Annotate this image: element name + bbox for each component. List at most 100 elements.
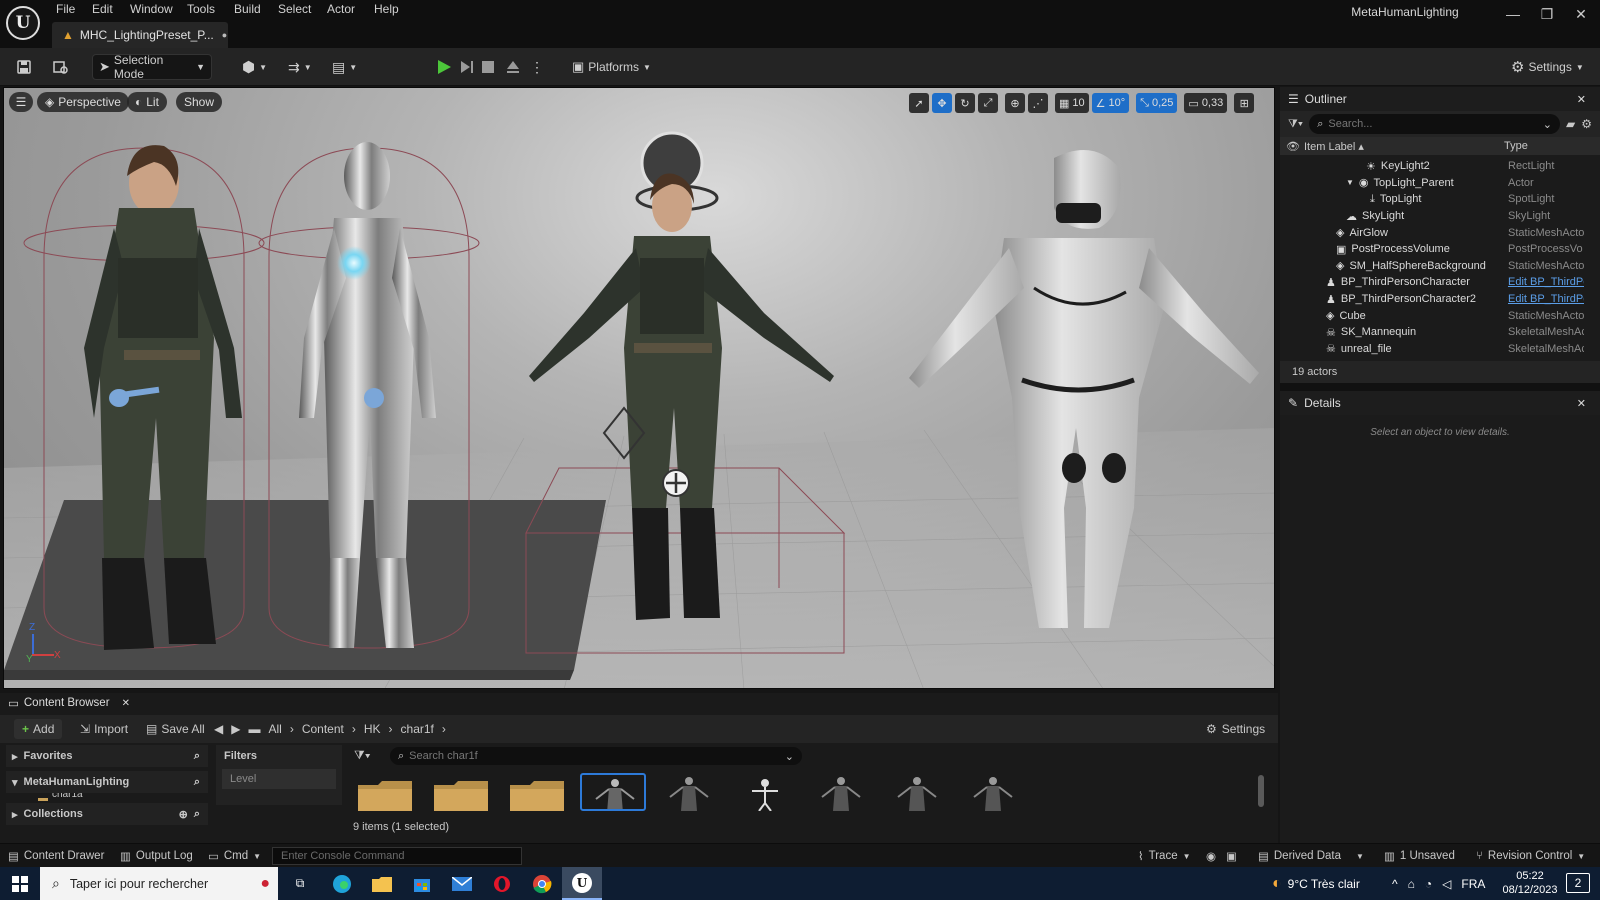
unsaved-button[interactable]: ▥ 1 Unsaved — [1384, 847, 1455, 865]
add-actor-button[interactable]: ⬢ ▼ — [236, 54, 273, 80]
notifications-button[interactable]: 2 — [1566, 873, 1590, 893]
menu-window[interactable]: Window — [130, 2, 173, 18]
scale-tool-button[interactable]: ⤢ — [978, 93, 998, 113]
save-all-button[interactable]: ▤ Save All — [146, 719, 205, 739]
minimize-button[interactable]: — — [1498, 6, 1528, 24]
search-icon[interactable]: ⌕ — [194, 750, 200, 763]
outliner-tab[interactable]: ☰ Outliner ✕ — [1280, 87, 1600, 111]
screenshot-icon[interactable]: ▣ — [1226, 847, 1237, 865]
platforms-button[interactable]: ▣ Platforms ▼ — [566, 54, 657, 80]
chrome-app[interactable] — [522, 867, 562, 900]
gear-icon[interactable]: ⚙ — [1581, 117, 1592, 131]
volume-icon[interactable]: ◁ — [1442, 877, 1451, 891]
viewport-scene[interactable] — [4, 88, 1275, 689]
unreal-app[interactable]: U — [562, 867, 602, 900]
outliner-row[interactable]: ▼ ◉ TopLight_Parent Actor — [1280, 175, 1600, 192]
network-icon[interactable]: ⌂ — [1408, 877, 1415, 891]
outliner-row[interactable]: ◈ Cube StaticMeshActo — [1280, 307, 1600, 324]
layout-button[interactable]: ⊞ — [1234, 93, 1255, 113]
asset-scrollbar[interactable] — [1258, 775, 1264, 807]
scale-snap-button[interactable]: ⤡ 0,25 — [1136, 93, 1178, 113]
grid-snap-button[interactable]: ▦ 10 — [1055, 93, 1089, 113]
edit-blueprint-link[interactable]: Edit BP_ThirdPe — [1508, 276, 1584, 288]
outliner-row[interactable]: ⤓ TopLight SpotLight — [1280, 191, 1600, 208]
derived-data-button[interactable]: ▤ Derived Data ▼ — [1258, 847, 1364, 865]
new-folder-icon[interactable]: ▰ — [1566, 117, 1575, 131]
task-view-button[interactable]: ⧉ — [280, 867, 320, 900]
record-icon[interactable]: ◉ — [1206, 847, 1216, 865]
settings-button[interactable]: ⚙ Settings ▼ — [1505, 54, 1590, 80]
menu-actor[interactable]: Actor — [327, 2, 355, 18]
outliner-row[interactable]: ♟ BP_ThirdPersonCharacter2 Edit BP_ThirdPe — [1280, 291, 1600, 308]
opera-app[interactable] — [482, 867, 522, 900]
folder-tree-item[interactable]: ▬ char1a — [6, 793, 208, 803]
close-details-icon[interactable]: ✕ — [1577, 397, 1586, 410]
outliner-row[interactable]: ♟ BP_ThirdPersonCharacter Edit BP_ThirdPe — [1280, 274, 1600, 291]
source-control-button[interactable] — [46, 54, 76, 80]
outliner-row[interactable]: ☁ SkyLight SkyLight — [1280, 208, 1600, 225]
unreal-logo-icon[interactable]: U — [6, 6, 40, 40]
asset-thumbnail-selected[interactable] — [580, 773, 646, 811]
item-label-header[interactable]: Item Label ▴ — [1304, 140, 1364, 153]
outliner-search-input[interactable]: ⌕ Search... ⌄ — [1309, 114, 1560, 134]
store-app[interactable] — [402, 867, 442, 900]
rotate-tool-button[interactable]: ↻ — [955, 93, 975, 113]
perspective-button[interactable]: ◈ Perspective — [37, 92, 129, 112]
content-settings-button[interactable]: ⚙ Settings — [1206, 719, 1265, 739]
project-section[interactable]: ▾ MetaHumanLighting ⌕ — [6, 771, 208, 793]
language-indicator[interactable]: FRA — [1461, 877, 1485, 891]
lit-button[interactable]: ◐ Lit — [127, 92, 167, 112]
show-button[interactable]: Show — [176, 92, 223, 112]
cinematics-button[interactable]: ▤ ▼ — [326, 54, 363, 80]
add-collection-icon[interactable]: ⊕ — [179, 808, 188, 821]
outliner-row[interactable]: ☀ KeyLight2 RectLight — [1280, 158, 1600, 175]
weather-widget[interactable]: ◐ 9°C Très clair — [1272, 867, 1360, 900]
wifi-icon[interactable]: ◔ — [1425, 877, 1432, 891]
back-icon[interactable]: ◀ — [214, 722, 223, 736]
surface-snap-button[interactable]: ⋰ — [1028, 93, 1048, 113]
file-explorer-app[interactable] — [362, 867, 402, 900]
console-input[interactable]: Enter Console Command — [272, 847, 522, 865]
clock[interactable]: 05:22 08/12/2023 — [1500, 869, 1560, 897]
cmd-dropdown[interactable]: ▭ Cmd ▼ — [208, 847, 261, 865]
breadcrumb-content[interactable]: Content — [302, 722, 344, 736]
outliner-row[interactable]: ◈ SM_HalfSphereBackground StaticMeshActo — [1280, 258, 1600, 275]
add-button[interactable]: + Add — [14, 719, 63, 739]
mail-app[interactable] — [442, 867, 482, 900]
forward-icon[interactable]: ▶ — [231, 722, 240, 736]
menu-tools[interactable]: Tools — [187, 2, 215, 18]
type-header[interactable]: Type — [1504, 140, 1528, 152]
outliner-row[interactable]: ◈ AirGlow StaticMeshActo — [1280, 224, 1600, 241]
play-options-button[interactable]: ⋮ — [524, 54, 550, 80]
outliner-row[interactable]: ☠ unreal_file SkeletalMeshAc — [1280, 341, 1600, 358]
eject-button[interactable] — [500, 54, 526, 80]
world-space-button[interactable]: ⊕ — [1005, 93, 1025, 113]
menu-build[interactable]: Build — [234, 2, 261, 18]
level-viewport[interactable]: ☰ ◈ Perspective ◐ Lit Show ➚ ✥ ↻ ⤢ ⊕ ⋰ ▦ 10… — [3, 87, 1275, 689]
tray-chevron-icon[interactable]: ^ — [1392, 877, 1398, 891]
select-tool-button[interactable]: ➚ — [909, 93, 929, 113]
close-tab-icon[interactable]: ✕ — [122, 698, 130, 709]
revision-control-button[interactable]: ⑂ Revision Control ▼ — [1476, 847, 1585, 865]
content-browser-tab[interactable]: ▭ Content Browser ✕ — [0, 693, 130, 713]
outliner-row[interactable]: ☠ SK_Mannequin SkeletalMeshAc — [1280, 324, 1600, 341]
level-document-tab[interactable]: ▲ MHC_LightingPreset_P... ● — [52, 22, 228, 48]
edit-blueprint-link[interactable]: Edit BP_ThirdPe — [1508, 293, 1584, 305]
menu-select[interactable]: Select — [278, 2, 311, 18]
save-level-button[interactable] — [10, 54, 38, 80]
asset-thumbnail[interactable] — [960, 773, 1026, 811]
breadcrumb-all[interactable]: All — [268, 722, 281, 736]
asset-search-input[interactable]: ⌕ Search char1f ⌄ — [390, 747, 802, 765]
filter-icon[interactable]: ⧩▾ — [1288, 118, 1303, 131]
collections-section[interactable]: ▸ Collections ⊕ ⌕ — [6, 803, 208, 825]
asset-thumbnail-skeleton[interactable] — [732, 773, 798, 811]
output-log-button[interactable]: ▥ Output Log — [120, 847, 193, 865]
outliner-row[interactable]: ▣ PostProcessVolume PostProcessVo — [1280, 241, 1600, 258]
filter-icon[interactable]: ⧩▾ — [354, 748, 371, 763]
menu-file[interactable]: File — [56, 2, 75, 18]
close-outliner-icon[interactable]: ✕ — [1577, 93, 1586, 106]
search-icon[interactable]: ⌕ — [194, 808, 200, 821]
blueprint-button[interactable]: ⇉ ▼ — [282, 54, 318, 80]
asset-folder-3[interactable] — [508, 777, 566, 811]
favorites-section[interactable]: ▸ Favorites ⌕ — [6, 745, 208, 767]
